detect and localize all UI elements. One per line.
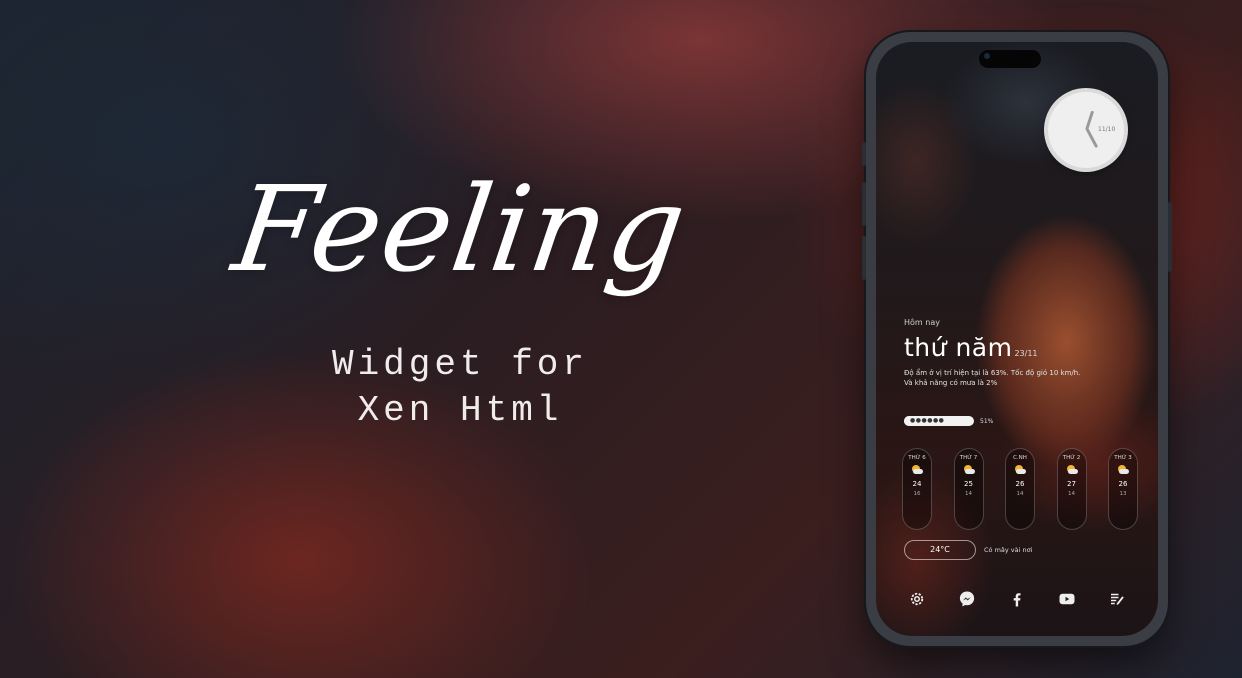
forecast-high: 26: [1118, 480, 1128, 488]
forecast-low: 13: [1119, 491, 1127, 497]
clock-date: 11/10: [1098, 126, 1116, 133]
hero-subtitle-line2: Xen Html: [357, 390, 563, 431]
forecast-day-name: C.NH: [1013, 455, 1027, 461]
forecast-low: 14: [1068, 491, 1075, 497]
forecast-low: 14: [965, 491, 972, 497]
forecast-high: 26: [1015, 480, 1025, 488]
current-temp-pill[interactable]: 24°C: [904, 540, 976, 560]
weather-description: Độ ẩm ở vị trí hiện tại là 63%. Tốc độ g…: [904, 368, 1144, 388]
description-line1: Độ ẩm ở vị trí hiện tại là 63%. Tốc độ g…: [904, 369, 1081, 377]
forecast-row: THỨ 6 24 16 THỨ 7 25 14 C.NH 26 14 THỨ 2 27 14 THỨ 3…: [902, 448, 1138, 530]
forecast-low: 14: [1016, 491, 1024, 497]
forecast-day-card[interactable]: C.NH 26 14: [1005, 448, 1035, 530]
camera-dot: [984, 53, 990, 59]
notes-icon[interactable]: [1106, 588, 1128, 610]
forecast-day-card[interactable]: THỨ 3 26 13: [1108, 448, 1138, 530]
partly-cloudy-icon: [1066, 465, 1078, 475]
forecast-day-card[interactable]: THỨ 6 24 16: [902, 448, 932, 530]
partly-cloudy-icon: [1014, 465, 1026, 475]
battery-bar: ●●●●●●: [904, 416, 974, 426]
day-heading: thứ năm 23/11: [904, 333, 1144, 362]
forecast-day-name: THỨ 2: [1062, 455, 1081, 461]
phone-mockup: 11/10 Hôm nay thứ năm 23/11 Độ ẩm ở vị tr…: [862, 32, 1172, 646]
hero-subtitle-line1: Widget for: [331, 344, 589, 385]
condition-text: Có mây vài nơi: [984, 546, 1033, 554]
forecast-day-name: THỨ 7: [959, 455, 978, 461]
description-line2: Và khả năng có mưa là 2%: [904, 379, 998, 387]
action-button: [862, 142, 866, 166]
day-date: 23/11: [1014, 349, 1038, 358]
forecast-day-card[interactable]: THỨ 7 25 14: [953, 448, 984, 530]
volume-down-button: [862, 236, 866, 280]
minute-hand: [1085, 127, 1099, 149]
messenger-icon[interactable]: [956, 588, 978, 610]
phone-screen: 11/10 Hôm nay thứ năm 23/11 Độ ẩm ở vị tr…: [876, 42, 1158, 636]
forecast-day-name: THỨ 3: [1114, 455, 1132, 461]
youtube-icon[interactable]: [1056, 588, 1078, 610]
partly-cloudy-icon: [911, 465, 923, 475]
power-button: [1168, 202, 1172, 272]
hero-title: Feeling: [225, 160, 695, 298]
forecast-low: 16: [913, 491, 921, 497]
settings-icon[interactable]: [906, 588, 928, 610]
forecast-high: 27: [1067, 480, 1076, 488]
forecast-high: 25: [964, 480, 973, 488]
battery-percent: 51%: [980, 418, 994, 425]
hero-section: Feeling Widget for Xen Html: [226, 160, 695, 434]
battery-dots: ●●●●●●: [910, 417, 945, 424]
forecast-day-card[interactable]: THỨ 2 27 14: [1056, 448, 1087, 530]
dock: [906, 588, 1128, 610]
volume-up-button: [862, 182, 866, 226]
clock-widget[interactable]: 11/10: [1042, 86, 1130, 174]
forecast-day-name: THỨ 6: [908, 455, 926, 461]
day-name: thứ năm: [904, 333, 1013, 362]
facebook-icon[interactable]: [1006, 588, 1028, 610]
partly-cloudy-icon: [1117, 465, 1129, 475]
today-label: Hôm nay: [904, 318, 940, 327]
partly-cloudy-icon: [963, 465, 975, 475]
hero-subtitle: Widget for Xen Html: [230, 342, 690, 434]
weather-widget: Hôm nay thứ năm 23/11 Độ ẩm ở vị trí hiện…: [904, 318, 1144, 388]
forecast-high: 24: [912, 480, 922, 488]
